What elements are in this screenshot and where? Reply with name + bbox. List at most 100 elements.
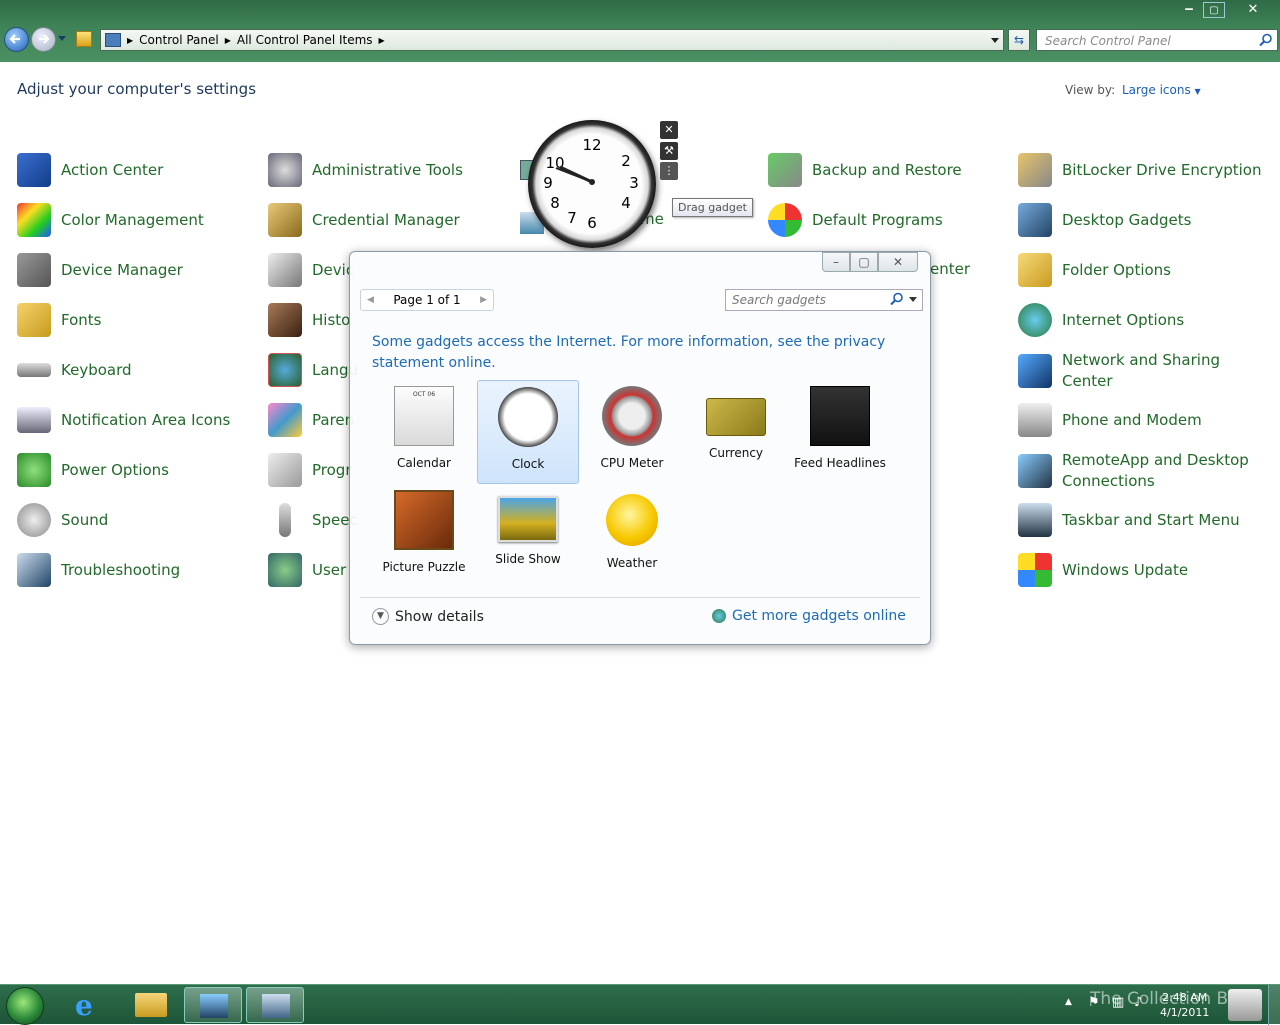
- cp-item-fonts[interactable]: Fonts: [17, 300, 101, 340]
- cp-item-remoteapp[interactable]: RemoteApp and Desktop Connections: [1018, 449, 1262, 493]
- gallery-maximize-button[interactable]: ▢: [850, 252, 878, 272]
- cp-item-windows-update[interactable]: Windows Update: [1018, 550, 1188, 590]
- back-button[interactable]: [4, 27, 29, 52]
- cp-item-credential-manager[interactable]: Credential Manager: [268, 200, 460, 240]
- desktop-gadgets-icon: [1018, 203, 1052, 237]
- gadget-cpu-meter[interactable]: CPU Meter: [581, 380, 683, 484]
- cp-item-history[interactable]: Histo: [268, 300, 350, 340]
- globe-icon: [268, 353, 302, 387]
- network-status-icon[interactable]: ▥: [1112, 995, 1124, 1010]
- cp-item-power-options[interactable]: Power Options: [17, 450, 169, 490]
- minimize-button[interactable]: ‒: [1175, 0, 1203, 19]
- cp-item-language[interactable]: Langu: [268, 350, 358, 390]
- prev-page-icon[interactable]: ◀: [367, 295, 374, 305]
- breadcrumb-separator-icon[interactable]: ▶: [127, 36, 133, 45]
- cp-item-desktop-gadgets[interactable]: Desktop Gadgets: [1018, 200, 1191, 240]
- taskbar-windows-explorer[interactable]: [122, 987, 180, 1023]
- address-bar[interactable]: ▶ Control Panel ▶ All Control Panel Item…: [100, 29, 1004, 51]
- arrow-right-icon: [39, 34, 50, 44]
- cp-item-internet-options[interactable]: Internet Options: [1018, 300, 1184, 340]
- cp-item-device-manager[interactable]: Device Manager: [17, 250, 183, 290]
- cp-item-devices-and-printers[interactable]: Devic: [268, 250, 354, 290]
- breadcrumb-control-panel[interactable]: Control Panel: [139, 33, 219, 47]
- internet-globe-icon: [1018, 303, 1052, 337]
- chevron-down-icon: ▼: [372, 608, 389, 625]
- cp-item-network-sharing[interactable]: Network and Sharing Center: [1018, 349, 1232, 393]
- up-folder-icon[interactable]: [76, 31, 92, 47]
- taskbar-control-panel[interactable]: [184, 987, 242, 1023]
- forward-button[interactable]: [31, 27, 56, 52]
- clock-center-pin: [589, 179, 595, 185]
- cp-item-parental-controls[interactable]: Paren: [268, 400, 354, 440]
- clock-gadget[interactable]: 12 2 3 4 6 7 8 9 10: [528, 120, 656, 248]
- search-input[interactable]: Search Control Panel: [1036, 29, 1278, 51]
- gadget-currency[interactable]: Currency: [685, 380, 787, 484]
- volume-icon[interactable]: ♪: [1134, 995, 1142, 1010]
- search-icon[interactable]: [1259, 33, 1273, 47]
- page-indicator: Page 1 of 1: [393, 293, 461, 307]
- gadget-weather[interactable]: Weather: [581, 484, 683, 588]
- view-by-label: View by:: [1065, 83, 1116, 97]
- control-panel-icon: [105, 33, 121, 47]
- phone-icon: [1018, 403, 1052, 437]
- cp-item-notification-area-icons[interactable]: Notification Area Icons: [17, 400, 230, 440]
- system-clock[interactable]: 2:48 AM 4/1/2011: [1160, 990, 1209, 1020]
- gadget-close-icon[interactable]: ✕: [660, 121, 678, 139]
- cp-item-action-center[interactable]: Action Center: [17, 150, 163, 190]
- gallery-minimize-button[interactable]: –: [822, 252, 850, 272]
- show-desktop-button[interactable]: [1268, 985, 1280, 1025]
- cp-item-troubleshooting[interactable]: Troubleshooting: [17, 550, 180, 590]
- gadget-picture-puzzle[interactable]: Picture Puzzle: [373, 484, 475, 588]
- taskbar-gadgets[interactable]: [246, 987, 304, 1023]
- cp-item-programs[interactable]: Progr: [268, 450, 352, 490]
- refresh-icon[interactable]: ⇆: [1008, 29, 1030, 51]
- close-button[interactable]: ✕: [1238, 0, 1268, 19]
- calendar-gadget-icon: OCT 06: [394, 386, 454, 446]
- gadget-slide-show[interactable]: Slide Show: [477, 484, 579, 588]
- search-options-dropdown-icon[interactable]: [909, 297, 917, 303]
- printer-icon: [268, 253, 302, 287]
- cp-item-taskbar-start[interactable]: Taskbar and Start Menu: [1018, 500, 1240, 540]
- cp-item-sound[interactable]: Sound: [17, 500, 108, 540]
- breadcrumb-separator-icon[interactable]: ▶: [225, 36, 231, 45]
- get-more-gadgets-link[interactable]: Get more gadgets online: [712, 608, 906, 624]
- taskbar-internet-explorer[interactable]: e: [60, 987, 118, 1023]
- gadget-drag-handle-icon[interactable]: ⋮: [660, 162, 678, 180]
- cp-item-default-programs[interactable]: Default Programs: [768, 200, 943, 240]
- breadcrumb-separator-icon[interactable]: ▶: [379, 36, 385, 45]
- cp-item-keyboard[interactable]: Keyboard: [17, 350, 132, 390]
- gallery-divider: [360, 597, 920, 598]
- picture-puzzle-gadget-icon: [394, 490, 454, 550]
- show-details-toggle[interactable]: ▼ Show details: [372, 608, 484, 625]
- cp-item-bitlocker[interactable]: BitLocker Drive Encryption: [1018, 150, 1261, 190]
- action-center-flag-icon[interactable]: ⚑: [1088, 995, 1100, 1010]
- cp-item-backup-and-restore[interactable]: Backup and Restore: [768, 150, 962, 190]
- gadget-options-wrench-icon[interactable]: ⚒: [660, 142, 678, 160]
- flag-icon: [17, 153, 51, 187]
- cp-item-folder-options[interactable]: Folder Options: [1018, 250, 1171, 290]
- gallery-close-button[interactable]: ✕: [878, 252, 918, 272]
- arrow-left-icon: [9, 34, 20, 44]
- cp-item-phone-modem[interactable]: Phone and Modem: [1018, 400, 1202, 440]
- search-icon[interactable]: [890, 292, 904, 306]
- cp-item-user-accounts[interactable]: User: [268, 550, 346, 590]
- cp-item-administrative-tools[interactable]: Administrative Tools: [268, 150, 463, 190]
- gadget-clock[interactable]: Clock: [477, 380, 579, 484]
- user-avatar[interactable]: [1228, 989, 1262, 1021]
- gadget-calendar[interactable]: OCT 06 Calendar: [373, 380, 475, 484]
- internet-privacy-notice[interactable]: Some gadgets access the Internet. For mo…: [372, 332, 892, 374]
- network-icon: [1018, 354, 1052, 388]
- next-page-icon[interactable]: ▶: [480, 295, 487, 305]
- breadcrumb-all-items[interactable]: All Control Panel Items: [237, 33, 373, 47]
- cp-item-color-management[interactable]: Color Management: [17, 200, 204, 240]
- cp-item-speech[interactable]: Speec: [268, 500, 358, 540]
- address-dropdown-icon[interactable]: [991, 38, 999, 44]
- gadget-feed-headlines[interactable]: Feed Headlines: [789, 380, 891, 484]
- view-by-dropdown[interactable]: Large icons ▼: [1122, 83, 1201, 97]
- recent-pages-dropdown-icon[interactable]: [58, 36, 66, 42]
- start-button[interactable]: [6, 987, 44, 1025]
- keyboard-icon: [17, 363, 51, 377]
- maximize-button[interactable]: ▢: [1203, 2, 1225, 18]
- show-hidden-icons-icon[interactable]: ▲: [1065, 997, 1072, 1007]
- cp-item-sync-center-label[interactable]: enter: [930, 259, 970, 280]
